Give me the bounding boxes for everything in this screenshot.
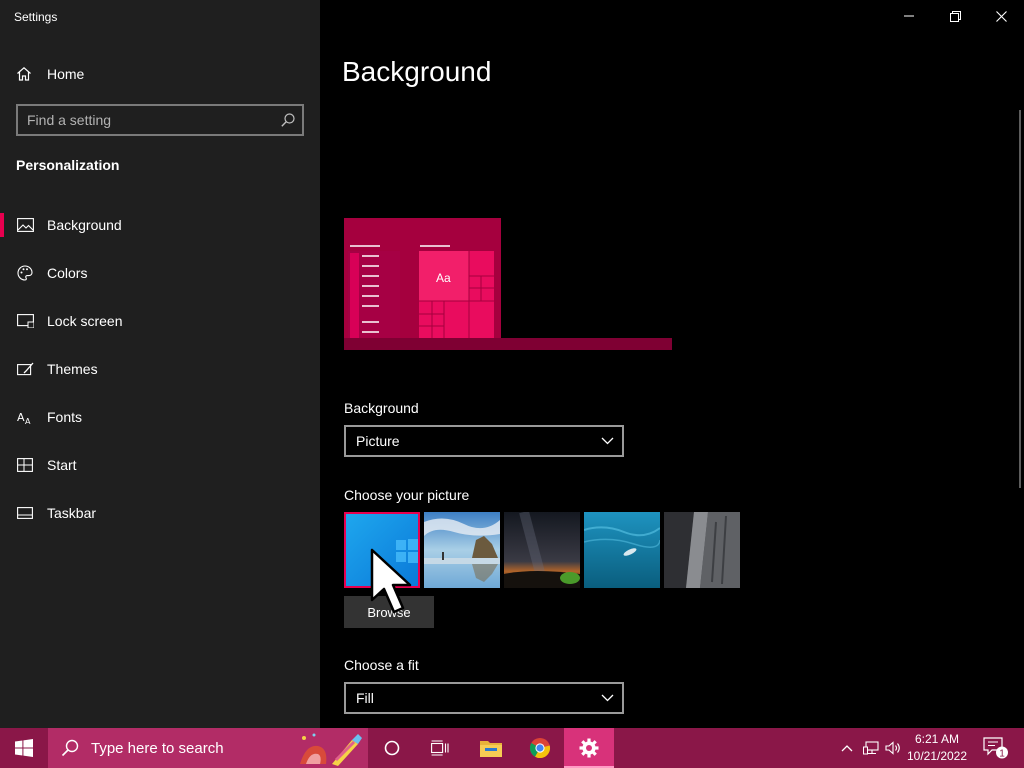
picture-thumb-milky-way-desert[interactable] bbox=[504, 512, 580, 588]
sidebar-item-colors[interactable]: Colors bbox=[0, 249, 320, 297]
taskbar-clock[interactable]: 6:21 AM 10/21/2022 bbox=[904, 731, 970, 765]
lock-screen-icon bbox=[16, 312, 34, 330]
taskbar: Type here to search 6:21 AM 10/21/2022 1 bbox=[0, 728, 1024, 768]
settings-taskbar-icon-wrap[interactable] bbox=[564, 728, 614, 768]
picture-icon bbox=[16, 216, 34, 234]
fit-dropdown[interactable]: Fill bbox=[344, 682, 624, 714]
background-label: Background bbox=[344, 400, 419, 416]
chevron-down-icon bbox=[601, 437, 614, 445]
chrome-button[interactable] bbox=[516, 728, 564, 768]
minimize-button[interactable] bbox=[886, 0, 932, 32]
picture-thumbnails bbox=[344, 512, 744, 588]
home-label: Home bbox=[47, 66, 85, 82]
taskbar-icon bbox=[16, 504, 34, 522]
taskbar-search-placeholder: Type here to search bbox=[91, 739, 224, 757]
restore-icon bbox=[949, 10, 961, 22]
picture-thumb-windows-blue[interactable] bbox=[344, 512, 420, 588]
choose-fit-label: Choose a fit bbox=[344, 657, 419, 673]
volume-icon bbox=[885, 741, 900, 755]
task-view-button[interactable] bbox=[416, 728, 464, 768]
find-setting-input[interactable] bbox=[27, 111, 267, 129]
notification-icon: 1 bbox=[983, 737, 1008, 759]
home-icon bbox=[17, 67, 31, 81]
notification-count: 1 bbox=[999, 748, 1005, 759]
font-icon: AA bbox=[16, 408, 34, 426]
sidebar-item-background[interactable]: Background bbox=[0, 201, 320, 249]
preview-sample-text: Aa bbox=[436, 271, 451, 285]
close-icon bbox=[995, 10, 1007, 22]
search-icon bbox=[61, 739, 79, 757]
action-center-button[interactable]: 1 bbox=[976, 728, 1016, 768]
sidebar-item-label: Fonts bbox=[47, 409, 83, 425]
search-icon[interactable] bbox=[280, 112, 296, 128]
file-explorer-button[interactable] bbox=[466, 728, 516, 768]
cortana-icon bbox=[384, 740, 400, 756]
choose-picture-label: Choose your picture bbox=[344, 487, 470, 503]
chevron-down-icon bbox=[601, 694, 614, 702]
settings-search-box bbox=[16, 104, 304, 136]
show-hidden-icons-button[interactable] bbox=[836, 728, 858, 768]
svg-text:A: A bbox=[17, 411, 25, 424]
picture-thumb-underwater-swimmer[interactable] bbox=[584, 512, 660, 588]
clock-time: 6:21 AM bbox=[914, 732, 960, 746]
fit-dropdown-value: Fill bbox=[356, 690, 374, 706]
minimize-icon bbox=[904, 15, 914, 17]
task-view-icon bbox=[431, 740, 449, 756]
sidebar-item-label: Lock screen bbox=[47, 313, 123, 329]
sidebar-nav: Background Colors Lock screen Themes AA … bbox=[0, 201, 320, 537]
start-grid-icon bbox=[16, 456, 34, 474]
taskbar-search-box[interactable]: Type here to search bbox=[48, 728, 368, 768]
sidebar-item-label: Start bbox=[47, 457, 77, 473]
palette-icon bbox=[16, 264, 34, 282]
file-explorer-icon bbox=[480, 741, 502, 757]
settings-icon bbox=[579, 738, 599, 758]
cortana-button[interactable] bbox=[368, 728, 416, 768]
picture-thumb-rock-cliff-face[interactable] bbox=[664, 512, 740, 588]
sidebar-item-start[interactable]: Start bbox=[0, 441, 320, 489]
browse-button[interactable]: Browse bbox=[344, 596, 434, 628]
sidebar-item-label: Taskbar bbox=[47, 505, 97, 521]
search-highlight-doodle-icon bbox=[300, 733, 362, 766]
clock-date: 10/21/2022 bbox=[906, 749, 968, 763]
sidebar: Settings Home Personalization Background… bbox=[0, 0, 320, 728]
sidebar-item-label: Themes bbox=[47, 361, 98, 377]
sidebar-item-taskbar[interactable]: Taskbar bbox=[0, 489, 320, 537]
sidebar-item-label: Background bbox=[47, 217, 122, 233]
app-title: Settings bbox=[14, 10, 58, 24]
start-button[interactable] bbox=[0, 728, 48, 768]
home-link[interactable]: Home bbox=[16, 63, 84, 85]
background-dropdown-value: Picture bbox=[356, 433, 400, 449]
close-button[interactable] bbox=[978, 0, 1024, 32]
windows-logo-icon bbox=[15, 739, 33, 757]
sidebar-item-lock-screen[interactable]: Lock screen bbox=[0, 297, 320, 345]
network-icon bbox=[863, 741, 879, 755]
sidebar-item-label: Colors bbox=[47, 265, 88, 281]
volume-button[interactable] bbox=[882, 728, 904, 768]
picture-thumb-rock-arch-beach[interactable] bbox=[424, 512, 500, 588]
background-dropdown[interactable]: Picture bbox=[344, 425, 624, 457]
sidebar-item-fonts[interactable]: AA Fonts bbox=[0, 393, 320, 441]
restore-button[interactable] bbox=[932, 0, 978, 32]
network-button[interactable] bbox=[860, 728, 882, 768]
svg-text:A: A bbox=[25, 417, 31, 425]
scrollbar[interactable] bbox=[1019, 110, 1021, 488]
chevron-up-icon bbox=[841, 745, 853, 752]
page-title: Background bbox=[342, 56, 492, 87]
background-preview: Aa bbox=[344, 218, 672, 350]
chrome-icon bbox=[529, 738, 551, 759]
section-title: Personalization bbox=[16, 157, 120, 173]
brush-icon bbox=[16, 360, 34, 378]
sidebar-item-themes[interactable]: Themes bbox=[0, 345, 320, 393]
